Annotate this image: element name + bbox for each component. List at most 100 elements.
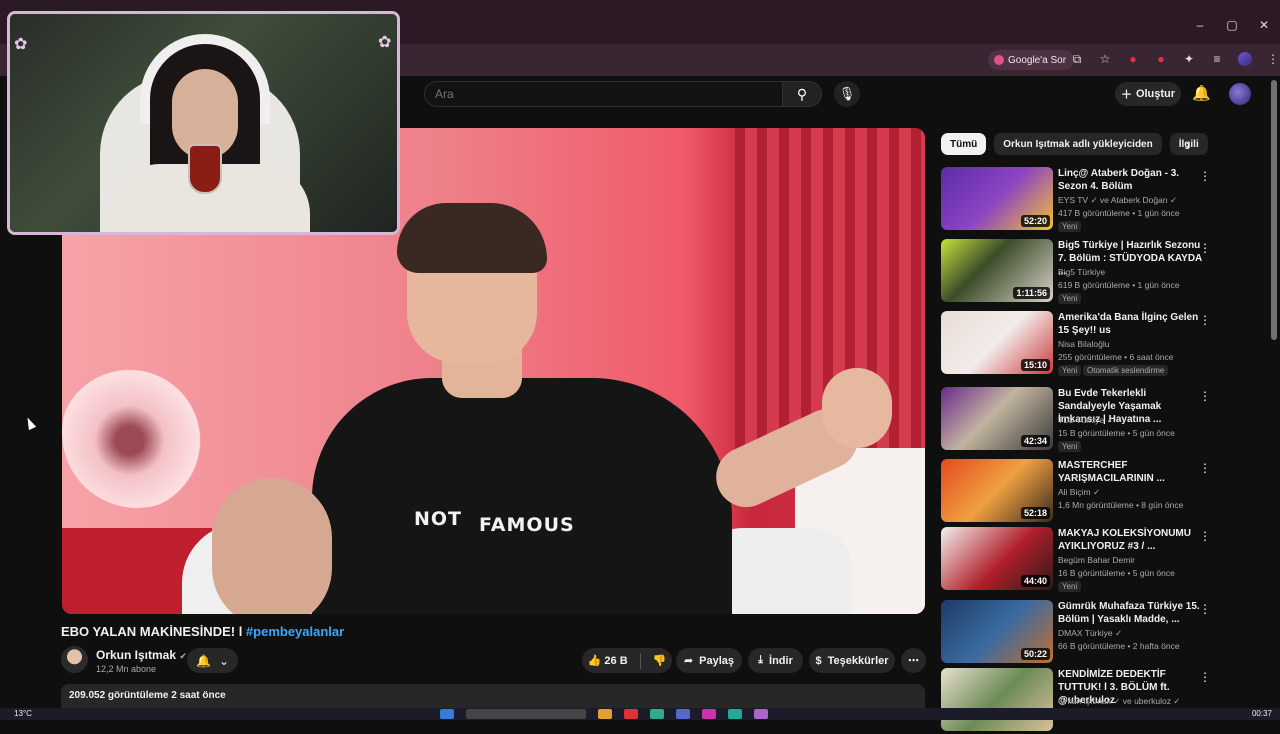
extensions-puzzle-icon[interactable]: ✦: [1182, 52, 1196, 66]
verified-check-icon: ✔: [179, 651, 187, 661]
recommended-video[interactable]: 44:40 MAKYAJ KOLEKSİYONUMU AYIKLIYORUZ #3…: [941, 527, 1216, 593]
recommended-title[interactable]: Linç@ Ataberk Doğan - 3. Sezon 4. Bölüm: [1058, 167, 1204, 193]
voice-search-button[interactable]: 🎙: [834, 81, 860, 107]
subscribed-bell-button[interactable]: 🔔 ⌄: [187, 648, 238, 673]
recommended-channel[interactable]: EYS TV ✓ ve Ataberk Doğan ✓: [1058, 195, 1177, 206]
bookmark-star-icon[interactable]: ☆: [1098, 52, 1112, 66]
google-ask-button[interactable]: Google'a Sor: [988, 50, 1075, 70]
video-thumbnail[interactable]: 42:34: [941, 387, 1053, 450]
user-avatar[interactable]: [1229, 83, 1251, 105]
more-options-icon[interactable]: ⋮: [1199, 670, 1211, 684]
recommended-channel[interactable]: TLC Türkiye ✓: [1058, 415, 1114, 426]
more-options-icon[interactable]: ⋮: [1199, 461, 1211, 475]
more-options-icon[interactable]: ⋮: [1199, 389, 1211, 403]
close-button[interactable]: ✕: [1248, 18, 1280, 32]
chip-from-uploader[interactable]: Orkun Işıtmak adlı yükleyiciden: [994, 133, 1162, 155]
recommended-video[interactable]: 52:20 Linç@ Ataberk Doğan - 3. Sezon 4. B…: [941, 167, 1216, 233]
recommended-title[interactable]: MASTERCHEF YARIŞMACILARININ ...: [1058, 459, 1204, 485]
recommended-video[interactable]: 1:11:56 Big5 Türkiye | Hazırlık Sezonu 7.…: [941, 239, 1216, 305]
recommended-channel[interactable]: Begüm Bahar Demir: [1058, 555, 1135, 565]
like-count: 26 B: [604, 655, 628, 667]
download-label: İndir: [769, 654, 793, 667]
video-thumbnail[interactable]: 50:22: [941, 600, 1053, 663]
create-button[interactable]: ＋ Oluştur: [1115, 82, 1181, 106]
recommended-channel[interactable]: DMAX Türkiye ✓: [1058, 628, 1122, 639]
browser-icon[interactable]: [754, 709, 768, 719]
create-label: Oluştur: [1135, 88, 1176, 100]
extension-record-icon[interactable]: ●: [1154, 52, 1168, 66]
recommended-meta: 417 B görüntüleme • 1 gün önce: [1058, 208, 1180, 218]
more-options-icon[interactable]: ⋮: [1199, 313, 1211, 327]
recommended-channel[interactable]: Ali Biçim ✓: [1058, 487, 1100, 498]
channel-avatar[interactable]: [61, 646, 88, 673]
person-hair: [397, 203, 547, 273]
recommended-title[interactable]: MAKYAJ KOLEKSİYONUMU AYIKLIYORUZ #3 / ..…: [1058, 527, 1204, 553]
new-badge: Yeni: [1058, 581, 1082, 592]
browser-menu-icon[interactable]: ⋮: [1266, 52, 1280, 66]
video-title-text: EBO YALAN MAKİNESİNDE! l: [61, 624, 246, 639]
chevron-right-icon[interactable]: ›: [1186, 137, 1190, 152]
recommended-channel[interactable]: Big5 Türkiye: [1058, 267, 1105, 277]
like-button[interactable]: 👍 26 B: [588, 654, 628, 667]
video-thumbnail[interactable]: 1:11:56: [941, 239, 1053, 302]
file-explorer-icon[interactable]: [598, 709, 612, 719]
share-icon: ➦: [683, 655, 694, 667]
duration-badge: 42:34: [1020, 435, 1050, 447]
more-options-icon[interactable]: ⋮: [1199, 169, 1211, 183]
recommended-video[interactable]: 42:34 Bu Evde Tekerlekli Sandalyeyle Yaşa…: [941, 387, 1216, 453]
video-thumbnail[interactable]: 52:18: [941, 459, 1053, 522]
channel-name[interactable]: Orkun Işıtmak ✔: [96, 648, 187, 662]
recommended-channel[interactable]: Nisa Bilaloğlu: [1058, 339, 1110, 349]
video-thumbnail[interactable]: 15:10: [941, 311, 1053, 374]
more-options-icon[interactable]: ⋮: [1199, 529, 1211, 543]
recommended-title[interactable]: Gümrük Muhafaza Türkiye 15. Bölüm | Yasa…: [1058, 600, 1204, 626]
download-icon: ⤓: [758, 654, 764, 666]
video-thumbnail[interactable]: 44:40: [941, 527, 1053, 590]
clock[interactable]: 00:37: [1252, 709, 1272, 718]
gramophone-horn: [62, 358, 212, 508]
more-options-icon[interactable]: ⋮: [1199, 241, 1211, 255]
chip-all[interactable]: Tümü: [941, 133, 987, 155]
minimize-button[interactable]: –: [1184, 18, 1216, 32]
thanks-button[interactable]: $ Teşekkürler: [809, 648, 895, 673]
weather-widget[interactable]: 13°C: [14, 709, 32, 718]
more-actions-button[interactable]: ⋯: [901, 648, 926, 673]
recommended-video[interactable]: 52:18 MASTERCHEF YARIŞMACILARININ ... Ali …: [941, 459, 1216, 525]
recommended-title[interactable]: Amerika'da Bana İlginç Gelen 15 Şey!! us: [1058, 311, 1204, 337]
install-icon[interactable]: ⧉: [1070, 52, 1084, 66]
duration-badge: 15:10: [1020, 359, 1050, 371]
mouse-cursor-icon: [23, 415, 37, 431]
taskbar-search[interactable]: [466, 709, 586, 719]
scrollbar[interactable]: [1271, 80, 1277, 340]
app-icon[interactable]: [624, 709, 638, 719]
app-icon[interactable]: [728, 709, 742, 719]
search-input[interactable]: [424, 81, 782, 107]
flower-decoration-icon: ✿: [378, 34, 392, 51]
maximize-button[interactable]: ▢: [1216, 18, 1248, 32]
more-options-icon[interactable]: ⋮: [1199, 602, 1211, 616]
start-icon[interactable]: [440, 709, 454, 719]
hashtag-link[interactable]: #pembeyalanlar: [246, 624, 344, 639]
extension-red-icon[interactable]: ●: [1126, 52, 1140, 66]
app-icon[interactable]: [676, 709, 690, 719]
share-label: Paylaş: [699, 654, 735, 667]
recommended-video[interactable]: 50:22 Gümrük Muhafaza Türkiye 15. Bölüm |…: [941, 600, 1216, 666]
recommended-video[interactable]: 15:10 Amerika'da Bana İlginç Gelen 15 Şey…: [941, 311, 1216, 377]
recommended-channel[interactable]: Orkun Işıtmak ✓ ve uberkuloz ✓: [1058, 696, 1180, 707]
views-and-date: 209.052 görüntüleme 2 saat önce: [69, 690, 226, 701]
video-thumbnail[interactable]: 52:20: [941, 167, 1053, 230]
profile-avatar-icon[interactable]: [1238, 52, 1252, 66]
dislike-icon[interactable]: 👎: [653, 654, 667, 667]
google-ask-label: Google'a Sor: [1008, 54, 1067, 66]
search-bar: ⚲: [424, 81, 822, 107]
download-button[interactable]: ⤓ İndir: [748, 648, 803, 673]
bell-icon: 🔔: [195, 653, 211, 668]
share-button[interactable]: ➦ Paylaş: [676, 648, 742, 673]
search-button[interactable]: ⚲: [782, 81, 822, 107]
recommended-video[interactable]: KENDİMİZE DEDEKTİF TUTTUK! l 3. BÖLÜM ft…: [941, 668, 1216, 734]
app-icon[interactable]: [650, 709, 664, 719]
notifications-bell-icon[interactable]: 🔔: [1192, 84, 1211, 102]
media-control-icon[interactable]: ≡: [1210, 52, 1224, 66]
video-thumbnail[interactable]: [941, 668, 1053, 731]
app-icon[interactable]: [702, 709, 716, 719]
